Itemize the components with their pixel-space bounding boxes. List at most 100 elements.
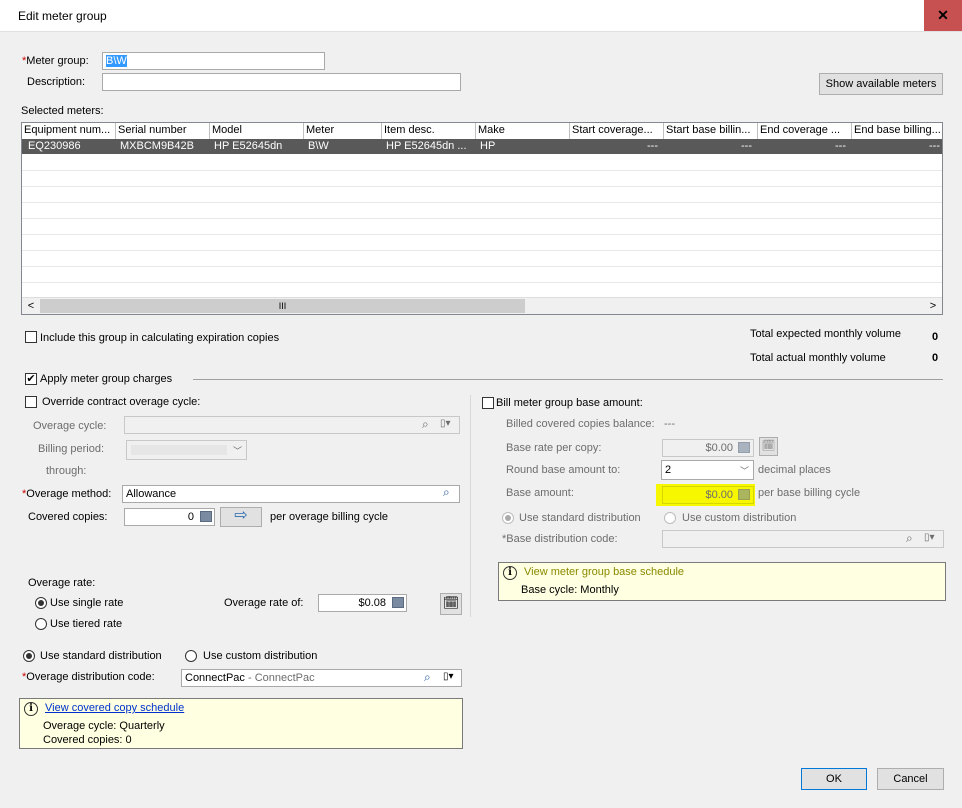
overage-method-label: *Overage method:: [22, 488, 112, 500]
standard-distribution-radio[interactable]: [23, 650, 35, 662]
base-distribution-code-input[interactable]: [662, 530, 944, 548]
overage-cycle-info: Overage cycle: Quarterly: [43, 720, 165, 732]
base-cycle-info: Base cycle: Monthly: [521, 584, 619, 596]
overage-cycle-input[interactable]: [124, 416, 460, 434]
round-base-label: Round base amount to:: [506, 464, 621, 476]
title-bar: [0, 0, 962, 32]
scroll-thumb[interactable]: III: [40, 299, 525, 313]
covered-schedule-info: i View covered copy schedule Overage cyc…: [19, 698, 463, 749]
lookup-menu-icon[interactable]: ▯▾: [443, 671, 454, 682]
table-row[interactable]: EQ230986 MXBCM9B42B HP E52645dn B\W HP E…: [22, 139, 942, 154]
override-cycle-checkbox[interactable]: [25, 396, 37, 408]
chevron-down-icon: ﹀: [232, 446, 242, 456]
bill-base-checkbox[interactable]: [482, 397, 494, 409]
billing-period-select[interactable]: ﹀: [126, 440, 247, 460]
description-input[interactable]: [102, 73, 461, 91]
calculator-icon[interactable]: [738, 442, 750, 453]
covered-copies-label: Covered copies:: [28, 511, 108, 523]
grid-line: [22, 202, 942, 203]
col-meter[interactable]: Meter: [304, 123, 382, 139]
cell-start-coverage: ---: [647, 140, 658, 152]
col-end-base-billing[interactable]: End base billing...: [852, 123, 942, 139]
cancel-button[interactable]: Cancel: [877, 768, 944, 790]
grid-line: [22, 170, 942, 171]
base-schedule-info: i View meter group base schedule Base cy…: [498, 562, 946, 601]
close-button[interactable]: ✕: [924, 0, 962, 31]
single-rate-label: Use single rate: [50, 597, 124, 609]
cell-serial-number: MXBCM9B42B: [120, 140, 194, 152]
base-standard-distribution-label: Use standard distribution: [519, 512, 641, 524]
tiered-rate-radio[interactable]: [35, 618, 47, 630]
standard-distribution-label: Use standard distribution: [40, 650, 162, 662]
arrow-right-button[interactable]: ⇨: [220, 507, 262, 527]
lookup-menu-icon[interactable]: ▯▾: [924, 532, 935, 543]
total-expected-label: Total expected monthly volume: [750, 328, 902, 340]
view-covered-copy-schedule-link[interactable]: View covered copy schedule: [45, 702, 184, 714]
window-title: Edit meter group: [18, 9, 107, 23]
cell-item-desc: HP E52645dn ...: [386, 140, 467, 152]
base-standard-distribution-radio[interactable]: [502, 512, 514, 524]
total-actual-label: Total actual monthly volume: [750, 352, 886, 364]
overage-distribution-code-label: *Overage distribution code:: [22, 671, 155, 683]
custom-distribution-radio[interactable]: [185, 650, 197, 662]
lookup-menu-icon[interactable]: ▯▾: [440, 418, 451, 429]
overage-rate-label: Overage rate:: [28, 577, 96, 589]
cell-end-base-billing: ---: [929, 140, 940, 152]
grid-line: [22, 266, 942, 267]
meter-group-label: *Meter group:: [22, 55, 89, 67]
info-icon: i: [503, 566, 517, 580]
search-icon[interactable]: ⌕: [422, 417, 429, 432]
scroll-left-arrow[interactable]: <: [24, 299, 38, 314]
meter-group-input[interactable]: B\W: [102, 52, 325, 70]
col-make[interactable]: Make: [476, 123, 570, 139]
search-icon[interactable]: ⌕: [424, 670, 431, 685]
overage-method-input[interactable]: Allowance: [122, 485, 460, 503]
include-group-checkbox[interactable]: [25, 331, 37, 343]
grid-line: [22, 186, 942, 187]
search-icon[interactable]: ⌕: [443, 485, 450, 500]
overage-distribution-code-input[interactable]: ConnectPac - ConnectPac: [181, 669, 462, 687]
rate-schedule-button[interactable]: 🗓: [759, 437, 778, 456]
col-equipment-number[interactable]: Equipment num...: [22, 123, 116, 139]
ok-button[interactable]: OK: [801, 768, 867, 790]
scroll-right-arrow[interactable]: >: [926, 299, 940, 314]
column-divider: [470, 395, 471, 617]
col-serial-number[interactable]: Serial number: [116, 123, 210, 139]
total-actual-value: 0: [932, 352, 939, 364]
show-available-meters-button[interactable]: Show available meters: [819, 73, 943, 95]
base-custom-distribution-radio[interactable]: [664, 512, 676, 524]
info-icon: i: [24, 702, 38, 716]
calculator-icon[interactable]: [200, 511, 212, 522]
cell-start-base-billing: ---: [741, 140, 752, 152]
calculator-icon[interactable]: [392, 597, 404, 608]
single-rate-radio[interactable]: [35, 597, 47, 609]
col-end-coverage[interactable]: End coverage ...: [758, 123, 852, 139]
tiered-rate-label: Use tiered rate: [50, 618, 123, 630]
base-distribution-code-label: *Base distribution code:: [502, 533, 618, 545]
view-base-schedule-link[interactable]: View meter group base schedule: [524, 566, 684, 578]
horizontal-scrollbar[interactable]: < III >: [22, 297, 942, 314]
col-start-coverage[interactable]: Start coverage...: [570, 123, 664, 139]
override-cycle-label: Override contract overage cycle:: [42, 396, 201, 408]
total-expected-value: 0: [932, 331, 939, 343]
col-item-desc[interactable]: Item desc.: [382, 123, 476, 139]
grid-line: [22, 218, 942, 219]
apply-charges-checkbox[interactable]: ✔: [25, 373, 37, 385]
overage-cycle-label: Overage cycle:: [33, 420, 107, 432]
grid-header: Equipment num... Serial number Model Met…: [22, 123, 942, 140]
calculator-icon[interactable]: [738, 489, 750, 500]
billing-period-value: [131, 445, 227, 455]
rate-schedule-button[interactable]: 🗓: [440, 593, 462, 615]
search-icon[interactable]: ⌕: [906, 531, 913, 546]
billing-period-label: Billing period:: [38, 443, 105, 455]
description-label: Description:: [27, 76, 86, 88]
base-amount-label: Base amount:: [506, 487, 574, 499]
selected-meters-grid[interactable]: Equipment num... Serial number Model Met…: [21, 122, 943, 315]
col-start-base-billing[interactable]: Start base billin...: [664, 123, 758, 139]
col-model[interactable]: Model: [210, 123, 304, 139]
chevron-down-icon: ﹀: [739, 466, 749, 476]
covered-copies-suffix: per overage billing cycle: [270, 511, 389, 523]
cell-model: HP E52645dn: [214, 140, 283, 152]
billed-balance-value: ---: [664, 418, 675, 430]
round-base-select[interactable]: 2 ﹀: [661, 460, 754, 480]
